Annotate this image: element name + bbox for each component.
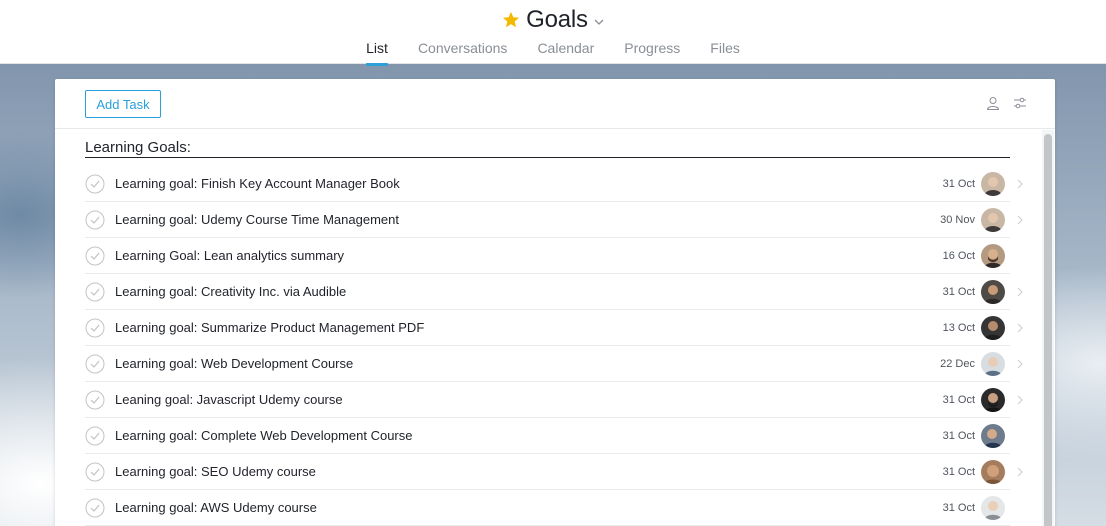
assignee-avatar[interactable] [981,388,1005,412]
assignee-avatar[interactable] [981,208,1005,232]
tab-conversations[interactable]: Conversations [418,40,508,65]
chevron-right-icon[interactable] [1016,359,1024,369]
chevron-right-icon[interactable] [1016,287,1024,297]
tab-calendar[interactable]: Calendar [537,40,594,65]
task-name[interactable]: Learning goal: Finish Key Account Manage… [115,166,400,202]
checkmark-circle-icon[interactable] [85,498,105,518]
chevron-right-icon[interactable] [1016,467,1024,477]
task-due-date[interactable]: 31 Oct [943,490,975,526]
task-due-date[interactable]: 16 Oct [943,238,975,274]
filter-icon[interactable] [1013,96,1027,110]
task-row[interactable]: Learning Goal: Lean analytics summary 16… [85,238,1010,274]
task-due-date[interactable]: 31 Oct [943,454,975,490]
task-name[interactable]: Learning goal: Complete Web Development … [115,418,412,454]
checkmark-circle-icon[interactable] [85,282,105,302]
checkmark-circle-icon[interactable] [85,354,105,374]
checkmark-circle-icon[interactable] [85,462,105,482]
task-name[interactable]: Learning goal: Summarize Product Managem… [115,310,424,346]
chevron-right-icon[interactable] [1016,179,1024,189]
task-row[interactable]: Learning goal: Finish Key Account Manage… [85,166,1023,202]
project-tabs: List Conversations Calendar Progress Fil… [0,40,1106,66]
task-due-date[interactable]: 31 Oct [943,418,975,454]
checkmark-circle-icon[interactable] [85,210,105,230]
task-row[interactable]: Learning goal: Udemy Course Time Managem… [85,202,1023,238]
assignee-avatar[interactable] [981,424,1005,448]
checkmark-circle-icon[interactable] [85,246,105,266]
assignee-avatar[interactable] [981,496,1005,520]
task-name[interactable]: Learning goal: Udemy Course Time Managem… [115,202,399,238]
task-name[interactable]: Learning goal: AWS Udemy course [115,490,317,526]
task-row[interactable]: Learning goal: AWS Udemy course 31 Oct [85,490,1010,526]
task-row[interactable]: Leaning goal: Javascript Udemy course 31… [85,382,1023,418]
task-list-card: Add Task Learning Goals: Learning goal: … [55,79,1055,526]
task-due-date[interactable]: 31 Oct [943,166,975,202]
task-name[interactable]: Leaning goal: Javascript Udemy course [115,382,343,418]
task-row[interactable]: Learning goal: Summarize Product Managem… [85,310,1023,346]
task-due-date[interactable]: 13 Oct [943,310,975,346]
task-name[interactable]: Learning goal: Web Development Course [115,346,353,382]
task-row[interactable]: Learning goal: Web Development Course 22… [85,346,1023,382]
chevron-down-icon[interactable] [594,17,604,27]
task-row[interactable]: Learning goal: Creativity Inc. via Audib… [85,274,1023,310]
assignee-avatar[interactable] [981,244,1005,268]
list-toolbar: Add Task [55,79,1055,129]
task-row[interactable]: Learning goal: Complete Web Development … [85,418,1010,454]
task-due-date[interactable]: 31 Oct [943,382,975,418]
checkmark-circle-icon[interactable] [85,318,105,338]
scrollbar[interactable] [1042,130,1054,526]
tab-progress[interactable]: Progress [624,40,680,65]
section-header[interactable]: Learning Goals: [85,139,1010,158]
task-row[interactable]: Learning goal: SEO Udemy course 31 Oct [85,454,1023,490]
task-name[interactable]: Learning Goal: Lean analytics summary [115,238,344,274]
project-header: Goals List Conversations Calendar Progre… [0,0,1106,66]
star-icon[interactable] [502,11,520,29]
assignee-avatar[interactable] [981,352,1005,376]
assignee-avatar[interactable] [981,316,1005,340]
checkmark-circle-icon[interactable] [85,390,105,410]
chevron-right-icon[interactable] [1016,215,1024,225]
chevron-right-icon[interactable] [1016,323,1024,333]
project-title-area: Goals [0,6,1106,34]
task-due-date[interactable]: 22 Dec [940,346,975,382]
task-name[interactable]: Learning goal: Creativity Inc. via Audib… [115,274,346,310]
assignee-avatar[interactable] [981,460,1005,484]
scrollbar-thumb[interactable] [1044,134,1052,526]
task-list: Learning goal: Finish Key Account Manage… [85,166,1023,526]
tab-files[interactable]: Files [710,40,740,65]
task-due-date[interactable]: 30 Nov [940,202,975,238]
tab-list[interactable]: List [366,40,388,66]
chevron-right-icon[interactable] [1016,395,1024,405]
add-task-button[interactable]: Add Task [85,90,161,118]
checkmark-circle-icon[interactable] [85,174,105,194]
page-title: Goals [526,6,588,33]
assignee-avatar[interactable] [981,172,1005,196]
assignee-avatar[interactable] [981,280,1005,304]
person-icon[interactable] [986,96,1000,110]
task-name[interactable]: Learning goal: SEO Udemy course [115,454,316,490]
task-due-date[interactable]: 31 Oct [943,274,975,310]
checkmark-circle-icon[interactable] [85,426,105,446]
